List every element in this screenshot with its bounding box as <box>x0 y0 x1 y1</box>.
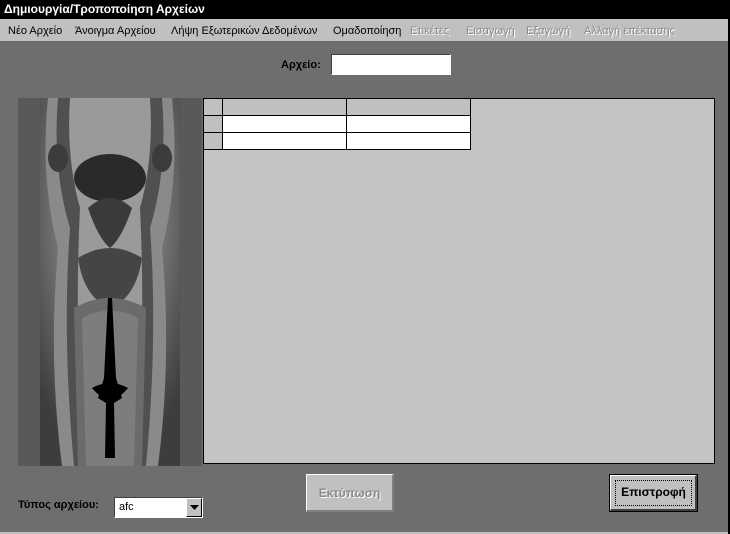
back-button-label: Επιστροφή <box>610 475 697 511</box>
file-type-value: afc <box>119 501 134 513</box>
grid-cell[interactable] <box>346 115 471 133</box>
print-button[interactable]: Εκτύπωση <box>306 474 394 512</box>
grid-cell[interactable] <box>222 132 347 150</box>
chevron-down-icon <box>190 505 199 510</box>
grid-cell[interactable] <box>346 132 471 150</box>
file-label: Αρχείο: <box>281 59 321 71</box>
menu-new-file[interactable]: Νέο Αρχείο <box>8 21 62 41</box>
grid-table <box>203 98 471 150</box>
menu-get-external-data[interactable]: Λήψη Εξωτερικών Δεδομένων <box>171 21 317 41</box>
select-dropdown-button[interactable] <box>186 498 202 517</box>
menu-change-extension[interactable]: Αλλαγή επέκτασης <box>584 21 675 41</box>
grid-column-header[interactable] <box>222 98 347 116</box>
grid-corner[interactable] <box>203 98 223 116</box>
app-window: Δημιουργία/Τροποποίηση Αρχείων Νέο Αρχεί… <box>0 0 730 534</box>
menu-import[interactable]: Εισαγωγή <box>466 21 515 41</box>
grid-header-row <box>203 98 471 116</box>
fractal-image <box>18 98 202 466</box>
grid-row-header[interactable] <box>203 115 223 133</box>
file-type-select[interactable]: afc <box>114 497 203 518</box>
menu-open-file[interactable]: Άνοιγμα Αρχείου <box>75 21 156 41</box>
menu-labels[interactable]: Ετικέτες <box>410 21 449 41</box>
menu-export[interactable]: Εξαγωγή <box>526 21 570 41</box>
grid-row-header[interactable] <box>203 132 223 150</box>
file-name-input[interactable] <box>331 54 451 75</box>
table-row <box>203 132 471 150</box>
file-type-label: Τύπος αρχείου: <box>18 499 99 511</box>
menu-bar: Νέο Αρχείο Άνοιγμα Αρχείου Λήψη Εξωτερικ… <box>0 21 728 41</box>
grid-column-header[interactable] <box>346 98 471 116</box>
table-row <box>203 115 471 133</box>
grid-cell[interactable] <box>222 115 347 133</box>
menu-grouping[interactable]: Ομαδοποίηση <box>333 21 401 41</box>
window-title: Δημιουργία/Τροποποίηση Αρχείων <box>0 0 728 19</box>
data-grid[interactable] <box>203 98 715 464</box>
back-button[interactable]: Επιστροφή <box>609 474 698 512</box>
